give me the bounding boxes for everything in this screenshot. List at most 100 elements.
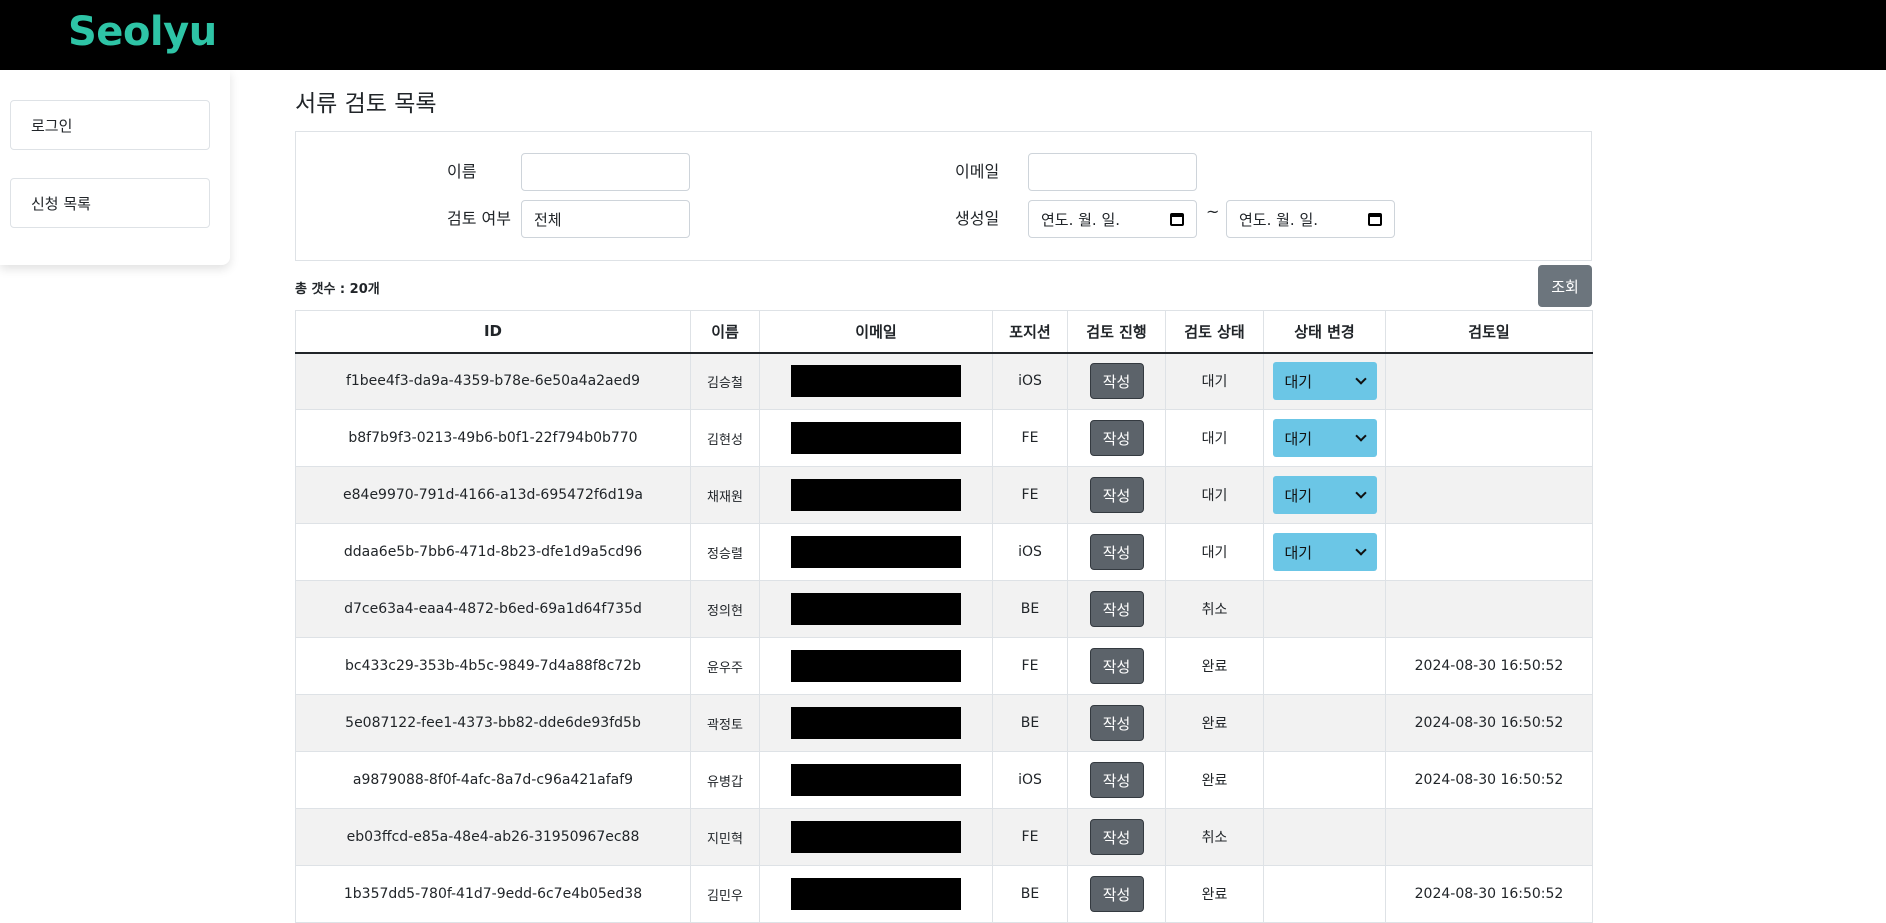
cell-status-change <box>1263 637 1386 695</box>
sidebar-item-login[interactable]: 로그인 <box>10 100 210 150</box>
filter-panel: 이름 이메일 검토 여부 전체 생성일 연도. 월. 일. ~ 연도. 월. 일… <box>295 131 1592 261</box>
cell-review-date: 2024-08-30 16:50:52 <box>1385 637 1593 695</box>
cell-status-change <box>1263 694 1386 752</box>
redacted-email <box>791 650 961 682</box>
cell-id: b8f7b9f3-0213-49b6-b0f1-22f794b0b770 <box>295 409 691 467</box>
write-review-button[interactable]: 작성 <box>1089 876 1144 912</box>
column-header-review-date[interactable]: 검토일 <box>1385 310 1593 354</box>
write-review-button[interactable]: 작성 <box>1089 363 1144 400</box>
table-row[interactable]: d7ce63a4-eaa4-4872-b6ed-69a1d64f735d 정의현 B… <box>295 580 1593 638</box>
calendar-icon[interactable] <box>1368 212 1382 226</box>
write-review-button[interactable]: 작성 <box>1089 534 1144 570</box>
review-status-select[interactable]: 전체 <box>521 200 690 238</box>
name-input[interactable] <box>521 153 690 191</box>
redacted-email <box>791 821 961 853</box>
cell-review-date <box>1385 409 1593 467</box>
cell-name: 윤우주 <box>690 637 760 695</box>
cell-id: a9879088-8f0f-4afc-8a7d-c96a421afaf9 <box>295 751 691 809</box>
status-change-value: 대기 <box>1284 429 1313 448</box>
cell-email <box>759 409 993 467</box>
name-label: 이름 <box>447 162 477 181</box>
cell-position: iOS <box>992 523 1068 581</box>
redacted-email <box>791 878 961 910</box>
table-row[interactable]: b8f7b9f3-0213-49b6-b0f1-22f794b0b770 김현성 F… <box>295 409 1593 467</box>
cell-review-action: 작성 <box>1067 694 1166 752</box>
status-change-value: 대기 <box>1284 486 1313 505</box>
write-review-button[interactable]: 작성 <box>1089 477 1144 513</box>
cell-status-change <box>1263 580 1386 638</box>
write-review-button[interactable]: 작성 <box>1089 705 1144 741</box>
write-review-button[interactable]: 작성 <box>1089 648 1144 684</box>
brand-logo[interactable]: Seolyu <box>68 9 217 55</box>
date-from-input[interactable]: 연도. 월. 일. <box>1028 200 1197 238</box>
cell-review-action: 작성 <box>1067 865 1166 923</box>
cell-review-date <box>1385 808 1593 866</box>
column-header-id[interactable]: ID <box>295 310 691 354</box>
write-review-button[interactable]: 작성 <box>1089 591 1144 627</box>
chevron-down-icon <box>1354 487 1367 499</box>
cell-position: FE <box>992 808 1068 866</box>
status-change-select[interactable]: 대기 <box>1272 419 1377 457</box>
redacted-email <box>791 365 961 398</box>
cell-id: d7ce63a4-eaa4-4872-b6ed-69a1d64f735d <box>295 580 691 638</box>
status-change-value: 대기 <box>1284 372 1313 391</box>
email-input[interactable] <box>1028 153 1197 191</box>
date-range-separator: ~ <box>1206 202 1220 221</box>
column-header-name[interactable]: 이름 <box>690 310 760 354</box>
date-from-text: 연도. 월. 일. <box>1041 210 1121 229</box>
search-button[interactable]: 조회 <box>1538 265 1592 307</box>
table-row[interactable]: ddaa6e5b-7bb6-471d-8b23-dfe1d9a5cd96 정승렬 i… <box>295 523 1593 581</box>
status-change-select[interactable]: 대기 <box>1272 362 1377 401</box>
cell-id: ddaa6e5b-7bb6-471d-8b23-dfe1d9a5cd96 <box>295 523 691 581</box>
date-to-input[interactable]: 연도. 월. 일. <box>1226 200 1395 238</box>
redacted-email <box>791 536 961 568</box>
table-row[interactable]: f1bee4f3-da9a-4359-b78e-6e50a4a2aed9 김승철 i… <box>295 352 1593 410</box>
column-header-status-change[interactable]: 상태 변경 <box>1263 310 1386 354</box>
cell-email <box>759 865 993 923</box>
cell-email <box>759 808 993 866</box>
chevron-down-icon <box>1354 430 1367 442</box>
chevron-down-icon <box>1354 544 1367 556</box>
cell-id: 5e087122-fee1-4373-bb82-dde6de93fd5b <box>295 694 691 752</box>
cell-name: 지민혁 <box>690 808 760 866</box>
cell-review-status: 대기 <box>1165 466 1264 524</box>
cell-review-date: 2024-08-30 16:50:52 <box>1385 865 1593 923</box>
calendar-icon[interactable] <box>1170 212 1184 226</box>
status-change-select[interactable]: 대기 <box>1272 533 1377 571</box>
write-review-button[interactable]: 작성 <box>1089 819 1144 855</box>
cell-review-date <box>1385 580 1593 638</box>
status-change-select[interactable]: 대기 <box>1272 476 1377 514</box>
table-row[interactable]: a9879088-8f0f-4afc-8a7d-c96a421afaf9 유병갑 i… <box>295 751 1593 809</box>
table-row[interactable]: bc433c29-353b-4b5c-9849-7d4a88f8c72b 윤우주 F… <box>295 637 1593 695</box>
redacted-email <box>791 764 961 796</box>
cell-email <box>759 694 993 752</box>
cell-name: 채재원 <box>690 466 760 524</box>
cell-review-status: 대기 <box>1165 523 1264 581</box>
cell-status-change <box>1263 865 1386 923</box>
table-row[interactable]: 1b357dd5-780f-41d7-9edd-6c7e4b05ed38 김민우 B… <box>295 865 1593 923</box>
cell-review-status: 대기 <box>1165 352 1264 410</box>
cell-name: 정의현 <box>690 580 760 638</box>
cell-status-change: 대기 <box>1263 352 1386 410</box>
table-row[interactable]: eb03ffcd-e85a-48e4-ab26-31950967ec88 지민혁 F… <box>295 808 1593 866</box>
table-row[interactable]: 5e087122-fee1-4373-bb82-dde6de93fd5b 곽정토 B… <box>295 694 1593 752</box>
redacted-email <box>791 479 961 511</box>
column-header-review-action[interactable]: 검토 진행 <box>1067 310 1166 354</box>
table-row[interactable]: e84e9970-791d-4166-a13d-695472f6d19a 채재원 F… <box>295 466 1593 524</box>
table-header-row: ID 이름 이메일 포지션 검토 진행 검토 상태 상태 변경 검토일 <box>295 310 1593 354</box>
sidebar: 로그인 신청 목록 <box>0 70 230 265</box>
column-header-review-status[interactable]: 검토 상태 <box>1165 310 1264 354</box>
column-header-email[interactable]: 이메일 <box>759 310 993 354</box>
cell-status-change <box>1263 751 1386 809</box>
cell-review-status: 완료 <box>1165 637 1264 695</box>
write-review-button[interactable]: 작성 <box>1089 420 1144 456</box>
cell-review-action: 작성 <box>1067 466 1166 524</box>
cell-review-status: 완료 <box>1165 694 1264 752</box>
sidebar-item-applications[interactable]: 신청 목록 <box>10 178 210 228</box>
column-header-position[interactable]: 포지션 <box>992 310 1068 354</box>
write-review-button[interactable]: 작성 <box>1089 762 1144 798</box>
top-navbar: Seolyu <box>0 0 1886 70</box>
review-status-label: 검토 여부 <box>447 209 511 228</box>
cell-review-action: 작성 <box>1067 409 1166 467</box>
status-change-value: 대기 <box>1284 543 1313 562</box>
